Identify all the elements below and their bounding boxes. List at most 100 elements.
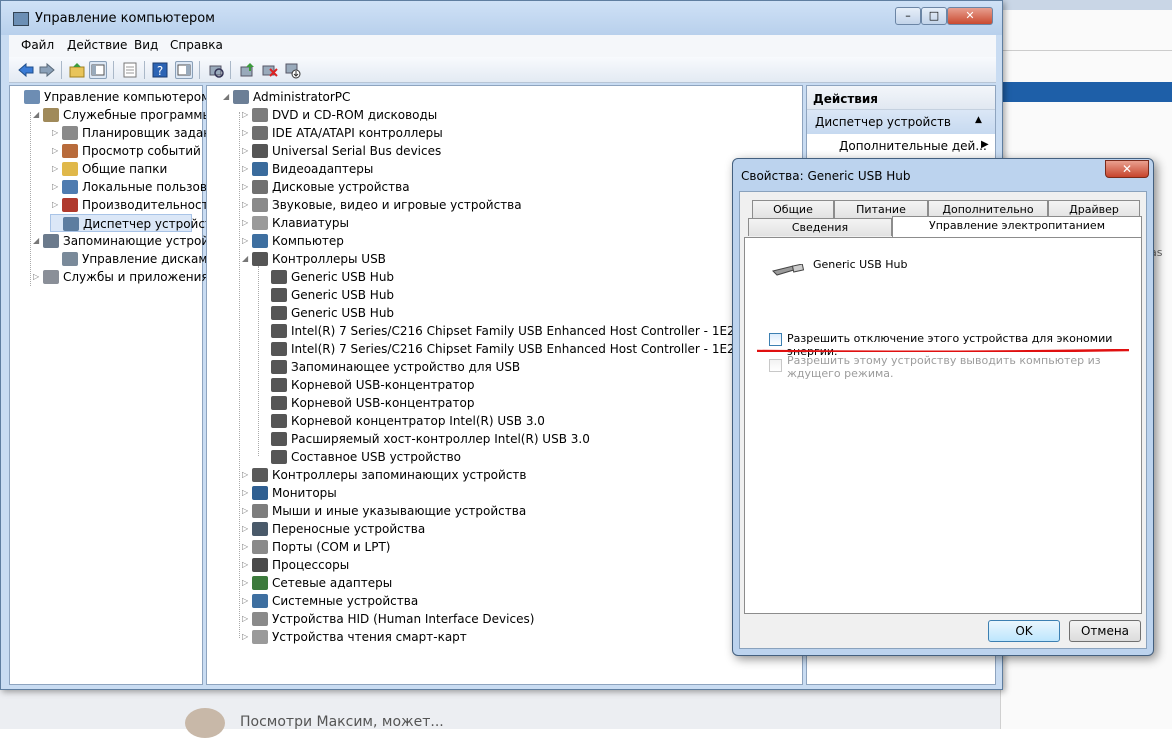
- disable-device-icon[interactable]: [284, 61, 302, 79]
- device-tree-item-row[interactable]: Корневой USB-концентратор: [259, 394, 802, 412]
- tab-details[interactable]: Сведения: [748, 218, 892, 236]
- console-tree-item-label: Служебные программы: [63, 108, 212, 122]
- device-tree-item-row[interactable]: ▷ Мониторы: [240, 484, 802, 502]
- collapse-arrow-icon[interactable]: ◢: [223, 88, 231, 106]
- update-driver-icon[interactable]: [238, 61, 256, 79]
- device-tree-item-label: Системные устройства: [272, 594, 419, 608]
- device-tree-item-row[interactable]: ▷ Устройства HID (Human Interface Devices…: [240, 610, 802, 628]
- expand-arrow-icon[interactable]: ▷: [242, 214, 250, 232]
- up-folder-icon[interactable]: [68, 61, 86, 79]
- expand-arrow-icon[interactable]: ▷: [33, 268, 41, 286]
- device-tree-item-row[interactable]: ▷ Процессоры: [240, 556, 802, 574]
- device-tree-item-row[interactable]: Запоминающее устройство для USB: [259, 358, 802, 376]
- expand-arrow-icon[interactable]: ▷: [242, 574, 250, 592]
- device-tree-item-row[interactable]: Intel(R) 7 Series/C216 Chipset Family US…: [259, 340, 802, 358]
- collapse-arrow-icon[interactable]: ◢: [33, 106, 41, 124]
- more-actions-link[interactable]: Дополнительные дей...: [839, 139, 987, 153]
- expand-arrow-icon[interactable]: ▷: [52, 196, 60, 214]
- expand-arrow-icon[interactable]: ▷: [242, 610, 250, 628]
- device-tree-item-row[interactable]: ▷ Устройства чтения смарт-карт: [240, 628, 802, 646]
- device-tree-item-row[interactable]: ◢ Контроллеры USB: [240, 250, 802, 268]
- device-tree-item-row[interactable]: ▷ DVD и CD-ROM дисководы: [240, 106, 802, 124]
- expand-arrow-icon[interactable]: ▷: [242, 142, 250, 160]
- back-icon[interactable]: [17, 61, 35, 79]
- allow-power-off-checkbox[interactable]: [769, 333, 782, 346]
- tab-power-management[interactable]: Управление электропитанием: [892, 216, 1142, 237]
- device-tree-item-row[interactable]: ▷ Клавиатуры: [240, 214, 802, 232]
- dialog-close-button[interactable]: ✕: [1105, 160, 1149, 178]
- collapse-caret-icon[interactable]: ▲: [975, 115, 982, 125]
- expand-arrow-icon[interactable]: ▷: [242, 160, 250, 178]
- expand-arrow-icon[interactable]: ▷: [242, 592, 250, 610]
- expand-arrow-icon[interactable]: ▷: [52, 160, 60, 178]
- menu-help[interactable]: Справка: [170, 38, 223, 52]
- menu-view[interactable]: Вид: [134, 38, 158, 52]
- expand-arrow-icon[interactable]: ▷: [242, 106, 250, 124]
- minimize-button[interactable]: –: [895, 7, 921, 25]
- expand-arrow-icon[interactable]: ▷: [52, 178, 60, 196]
- device-tree-item-row[interactable]: ◢ AdministratorPC: [221, 88, 801, 106]
- device-tree-item-row[interactable]: Generic USB Hub: [259, 286, 802, 304]
- title-bar: Управление компьютером – □ ✕: [1, 1, 1002, 35]
- device-tree-item-row[interactable]: Generic USB Hub: [259, 268, 802, 286]
- device-tree-item-row[interactable]: ▷ Компьютер: [240, 232, 802, 250]
- close-button[interactable]: ✕: [947, 7, 993, 25]
- collapse-arrow-icon[interactable]: ◢: [242, 250, 250, 268]
- device-tree-item-label: AdministratorPC: [253, 90, 351, 104]
- device-tree-item-row[interactable]: Составное USB устройство: [259, 448, 802, 466]
- show-hide-tree-icon[interactable]: [89, 61, 107, 79]
- device-tree-item-label: Generic USB Hub: [291, 288, 395, 302]
- device-tree-item-row[interactable]: ▷ Контроллеры запоминающих устройств: [240, 466, 802, 484]
- show-action-pane-icon[interactable]: [175, 61, 193, 79]
- device-tree-item-label: Составное USB устройство: [291, 450, 462, 464]
- expand-arrow-icon[interactable]: ▷: [242, 196, 250, 214]
- tab-general[interactable]: Общие: [752, 200, 834, 218]
- console-tree-item-row[interactable]: Диспетчер устройств: [50, 214, 219, 232]
- device-tree-item-row[interactable]: Расширяемый хост-контроллер Intel(R) USB…: [259, 430, 802, 448]
- actions-section-device-manager[interactable]: Диспетчер устройств ▲: [807, 110, 995, 134]
- expand-arrow-icon[interactable]: ▷: [242, 556, 250, 574]
- device-tree-item-row[interactable]: ▷ Мыши и иные указывающие устройства: [240, 502, 802, 520]
- expand-arrow-icon[interactable]: ▷: [52, 124, 60, 142]
- device-tree-item-row[interactable]: ▷ Системные устройства: [240, 592, 802, 610]
- scan-hardware-icon[interactable]: [207, 61, 225, 79]
- device-tree-item-label: Корневой USB-концентратор: [291, 378, 475, 392]
- properties-icon[interactable]: [121, 61, 139, 79]
- expand-arrow-icon[interactable]: ▷: [242, 502, 250, 520]
- forward-icon[interactable]: [38, 61, 56, 79]
- device-tree-item-row[interactable]: ▷ Звуковые, видео и игровые устройства: [240, 196, 802, 214]
- maximize-button[interactable]: □: [921, 7, 947, 25]
- device-tree-item-row[interactable]: ▷ Порты (COM и LPT): [240, 538, 802, 556]
- uninstall-icon[interactable]: [261, 61, 279, 79]
- menu-action[interactable]: Действие: [67, 38, 127, 52]
- device-tree-item-row[interactable]: Корневой концентратор Intel(R) USB 3.0: [259, 412, 802, 430]
- device-tree-item-row[interactable]: Корневой USB-концентратор: [259, 376, 802, 394]
- cancel-button[interactable]: Отмена: [1069, 620, 1141, 642]
- device-tree-item-row[interactable]: ▷ Видеоадаптеры: [240, 160, 802, 178]
- power-management-page: Generic USB Hub Разрешить отключение это…: [744, 237, 1142, 614]
- device-tree-item-row[interactable]: Intel(R) 7 Series/C216 Chipset Family US…: [259, 322, 802, 340]
- device-tree-item-row[interactable]: ▷ Дисковые устройства: [240, 178, 802, 196]
- collapse-arrow-icon[interactable]: ◢: [33, 232, 41, 250]
- device-tree-item-row[interactable]: ▷ IDE ATA/ATAPI контроллеры: [240, 124, 802, 142]
- expand-arrow-icon[interactable]: ▷: [52, 142, 60, 160]
- expand-arrow-icon[interactable]: ▷: [242, 178, 250, 196]
- menu-file[interactable]: Файл: [21, 38, 54, 52]
- expand-arrow-icon[interactable]: ▷: [242, 232, 250, 250]
- expand-arrow-icon[interactable]: ▷: [242, 538, 250, 556]
- expand-arrow-icon[interactable]: ▷: [242, 124, 250, 142]
- ok-button[interactable]: OK: [988, 620, 1060, 642]
- help-icon[interactable]: ?: [151, 61, 169, 79]
- expand-arrow-icon[interactable]: ▷: [242, 628, 250, 646]
- actions-section-label: Диспетчер устройств: [815, 115, 952, 129]
- expand-arrow-icon[interactable]: ▷: [242, 520, 250, 538]
- device-tree-item-row[interactable]: ▷ Universal Serial Bus devices: [240, 142, 802, 160]
- keyboard-icon: [252, 216, 268, 230]
- sound-icon: [252, 198, 268, 212]
- device-tree-item-label: Устройства HID (Human Interface Devices): [272, 612, 535, 626]
- expand-arrow-icon[interactable]: ▷: [242, 466, 250, 484]
- device-tree-item-row[interactable]: ▷ Переносные устройства: [240, 520, 802, 538]
- device-tree-item-row[interactable]: Generic USB Hub: [259, 304, 802, 322]
- device-tree-item-row[interactable]: ▷ Сетевые адаптеры: [240, 574, 802, 592]
- expand-arrow-icon[interactable]: ▷: [242, 484, 250, 502]
